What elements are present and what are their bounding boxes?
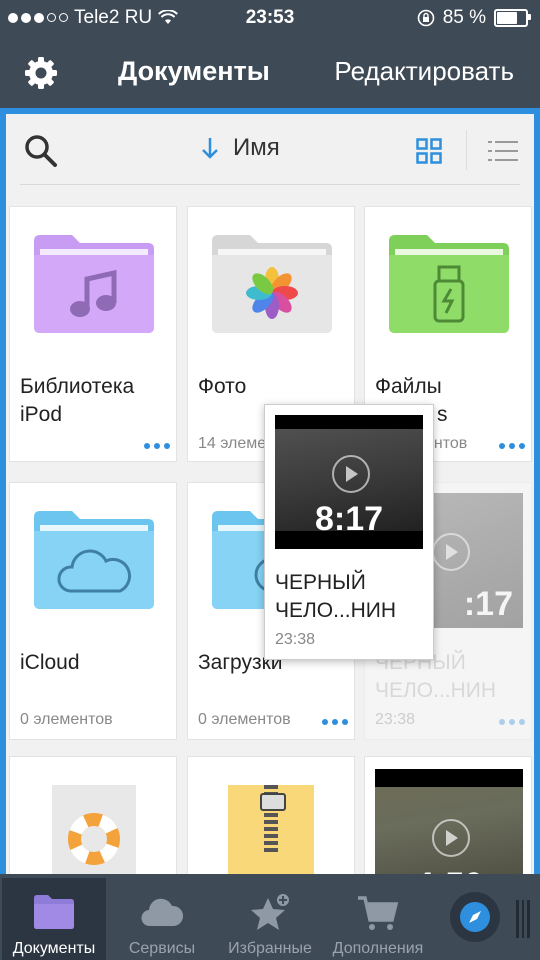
cloud-icon [141, 898, 184, 927]
tab-label: Документы [12, 940, 96, 957]
grid-view-icon[interactable] [416, 138, 442, 164]
battery-icon [494, 9, 531, 27]
rotation-lock-icon [417, 9, 434, 27]
cloud-folder-icon [34, 511, 154, 609]
battery-percent: 85 % [442, 7, 486, 28]
dragged-video-tile[interactable]: 8:17 ЧЕРНЫЙ ЧЕЛО...НИН 23:38 [264, 404, 434, 660]
settings-gear-icon[interactable] [22, 54, 60, 92]
lifebuoy-icon [68, 813, 120, 865]
edit-button[interactable]: Редактировать [334, 56, 514, 87]
video-duration: 4:50 [375, 866, 523, 874]
photos-folder-icon [212, 235, 332, 333]
browser-compass-button[interactable] [450, 892, 500, 942]
documents-content: Имя Библиотека iPod Фото 14 элемен Файлы… [0, 108, 540, 874]
play-icon [332, 455, 370, 493]
tab-addons[interactable]: Дополнения [326, 878, 430, 960]
cart-icon [358, 896, 399, 930]
tab-services[interactable]: Сервисы [110, 878, 214, 960]
folder-tile-icloud[interactable]: iCloud 0 элементов [9, 482, 177, 740]
music-folder-icon [34, 235, 154, 333]
tile-name: Фото [198, 375, 247, 398]
page-title: Документы [118, 56, 270, 86]
arrow-down-icon [202, 138, 218, 159]
list-view-icon[interactable] [488, 140, 518, 162]
compass-icon [460, 902, 490, 932]
tab-label: Избранные [228, 940, 312, 957]
video-tile-2[interactable]: 4:50 [364, 756, 532, 874]
tile-archive[interactable] [187, 756, 355, 874]
more-options-icon[interactable] [499, 443, 525, 449]
tab-label: Сервисы [128, 940, 196, 957]
play-icon [432, 533, 470, 571]
video-duration: 8:17 [314, 500, 384, 538]
tab-documents[interactable]: Документы [2, 878, 106, 960]
zip-archive-icon [228, 785, 314, 874]
tile-count: 0 элементов [20, 711, 113, 728]
more-options-icon[interactable] [144, 443, 170, 449]
documents-panel: Имя Библиотека iPod Фото 14 элемен Файлы… [6, 114, 534, 874]
video-thumbnail: 4:50 [375, 769, 523, 874]
folder-tile-ipod-library[interactable]: Библиотека iPod [9, 206, 177, 462]
status-bar: Tele2 RU 23:53 85 % [0, 0, 540, 36]
folder-icon [34, 895, 74, 929]
sort-control[interactable]: Имя [201, 134, 280, 162]
video-thumbnail: 8:17 [275, 415, 423, 549]
tile-name: Библиотека iPod [20, 375, 135, 426]
status-right: 85 % [417, 7, 531, 29]
more-options-icon[interactable] [499, 719, 525, 725]
video-time: 23:38 [275, 631, 316, 648]
tile-name-tail: s [437, 403, 448, 426]
more-options-icon[interactable] [322, 719, 348, 725]
sort-label: Имя [233, 134, 280, 161]
nav-bar: Документы Редактировать [0, 36, 540, 108]
search-icon[interactable] [24, 134, 58, 168]
play-icon [432, 819, 470, 857]
tab-label: Дополнения [332, 940, 424, 957]
tile-name: Файлы [375, 375, 442, 398]
tile-help[interactable] [9, 756, 177, 874]
toolbar-divider-line [20, 184, 520, 185]
tile-count: 0 элементов [198, 711, 291, 728]
tile-name: iCloud [20, 651, 80, 674]
star-plus-icon [251, 892, 291, 930]
tile-count: 23:38 [375, 711, 416, 728]
document-page [52, 785, 136, 874]
drag-handle[interactable] [516, 900, 531, 938]
usb-folder-icon [389, 235, 509, 333]
tab-favorites[interactable]: Избранные [218, 878, 322, 960]
video-title: ЧЕРНЫЙ ЧЕЛО...НИН [275, 571, 397, 622]
tab-bar: Документы Сервисы Избранные Дополнения [0, 874, 540, 960]
toolbar-divider [466, 130, 467, 170]
browser-toolbar: Имя [6, 114, 534, 184]
